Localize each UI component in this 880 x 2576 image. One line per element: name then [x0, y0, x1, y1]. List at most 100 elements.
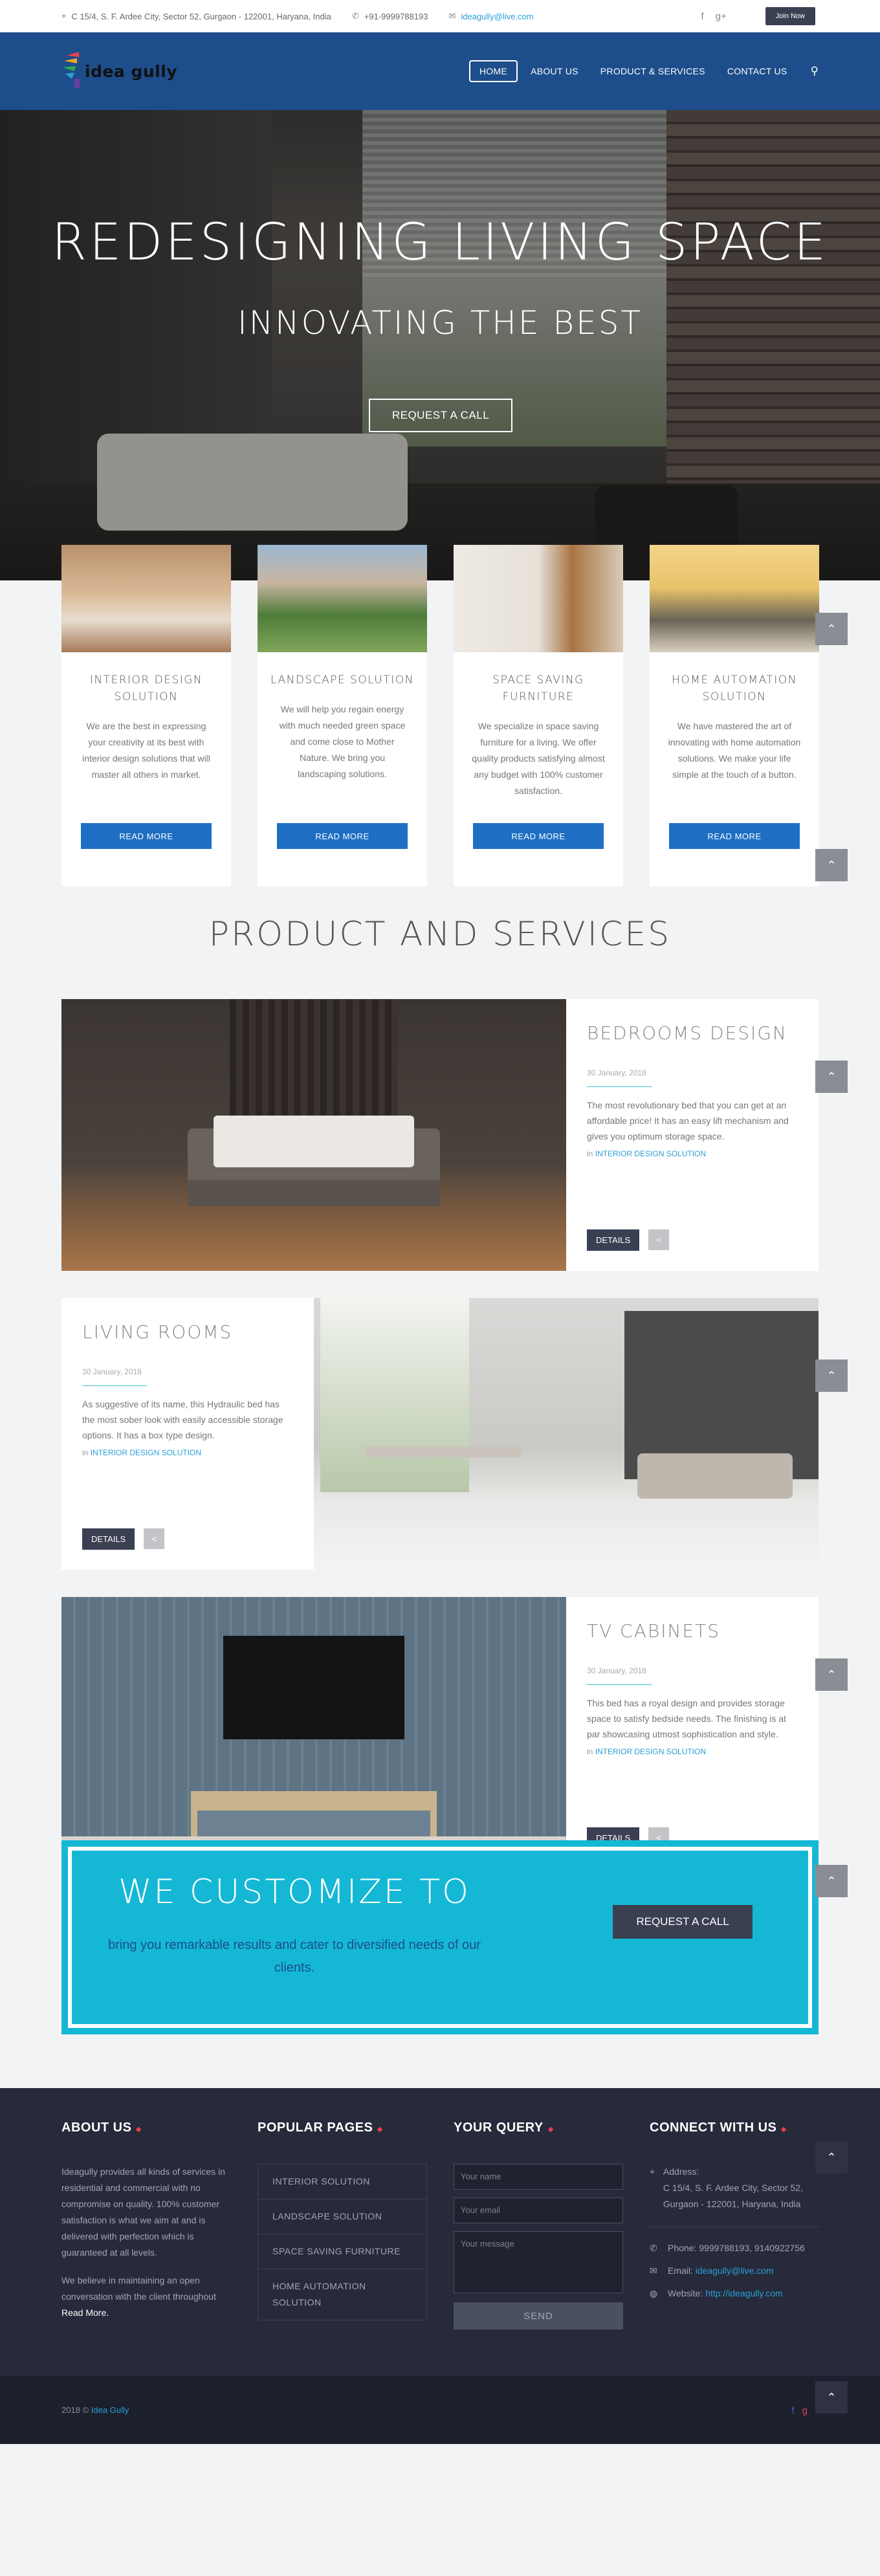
share-icon[interactable]: < [648, 1229, 670, 1250]
product-title: TV CABINETS [587, 1620, 720, 1642]
product-category-prefix: in [82, 1448, 89, 1457]
footer-address-label: Address: [663, 2166, 699, 2177]
footer-address-block: Address: C 15/4, S. F. Ardee City, Sector… [663, 2164, 819, 2212]
facebook-icon[interactable]: f [791, 2405, 794, 2416]
topbar-email[interactable]: ✉ ideagully@live.com [448, 11, 533, 21]
service-image [258, 545, 427, 652]
service-image [650, 545, 819, 652]
service-card: LANDSCAPE SOLUTION We will help you rega… [258, 545, 427, 886]
scroll-up-icon[interactable]: ⌃ [815, 2141, 848, 2174]
nav-contact-us[interactable]: CONTACT US [718, 61, 797, 81]
phone-icon: ✆ [351, 11, 359, 21]
query-message-input[interactable]: Your message [454, 2231, 623, 2293]
google-plus-icon[interactable]: g+ [716, 11, 727, 22]
service-title: HOME AUTOMATION SOLUTION [672, 674, 797, 703]
scroll-up-icon[interactable]: ⌃ [815, 613, 848, 645]
hero-subtitle: INNOVATING THE BEST [237, 304, 643, 342]
map-pin-icon: ⌖ [650, 2166, 655, 2177]
product-desc: The most revolutionary bed that you can … [587, 1100, 789, 1141]
product-category: in INTERIOR DESIGN SOLUTION [82, 1448, 293, 1457]
globe-icon: ◍ [650, 2288, 658, 2298]
nav-home[interactable]: HOME [468, 60, 518, 82]
products-section-title: PRODUCT AND SERVICES [208, 915, 672, 954]
product-buttons: DETAILS < [587, 1229, 670, 1251]
product-image [314, 1298, 819, 1570]
scroll-up-icon[interactable]: ⌃ [815, 1658, 848, 1691]
product-title: BEDROOMS DESIGN [587, 1022, 787, 1044]
product-category: in INTERIOR DESIGN SOLUTION [587, 1747, 798, 1756]
query-send-button[interactable]: SEND [454, 2302, 623, 2329]
read-more-button[interactable]: READ MORE [669, 823, 800, 849]
product-category-link[interactable]: INTERIOR DESIGN SOLUTION [595, 1747, 706, 1756]
site-logo[interactable]: idea gully [61, 50, 177, 92]
product-category-link[interactable]: INTERIOR DESIGN SOLUTION [595, 1149, 706, 1158]
service-cards: INTERIOR DESIGN SOLUTION We are the best… [0, 545, 880, 888]
footer-address-text: C 15/4, S. F. Ardee City, Sector 52, Gur… [663, 2183, 803, 2209]
product-category: in INTERIOR DESIGN SOLUTION [587, 1149, 798, 1158]
logo-bulb-icon [63, 52, 80, 88]
footer-query-form: YOUR QUERY Your name Your email Your mes… [454, 2120, 623, 2329]
product-text: BEDROOMS DESIGN 30 January, 2018 The mos… [566, 999, 819, 1271]
nav-product-services[interactable]: PRODUCT & SERVICES [591, 61, 714, 81]
hero-request-call-button[interactable]: REQUEST A CALL [369, 399, 512, 432]
google-plus-icon[interactable]: g [802, 2405, 808, 2416]
read-more-button[interactable]: READ MORE [277, 823, 408, 849]
footer-page-link[interactable]: SPACE SAVING FURNITURE [258, 2234, 426, 2269]
query-email-input[interactable]: Your email [454, 2197, 623, 2223]
footer-read-more-link[interactable]: Read More. [61, 2307, 109, 2318]
footer-email-block: Email: ideagully@live.com [668, 2263, 774, 2279]
nav-about-us[interactable]: ABOUT US [522, 61, 588, 81]
service-desc: We have mastered the art of innovating w… [668, 721, 801, 780]
footer-connect: CONNECT WITH US ⌖ Address: C 15/4, S. F. … [650, 2120, 819, 2302]
logo-text: idea gully [85, 61, 178, 81]
product-card: TV CABINETS 30 January, 2018 This bed ha… [61, 1597, 819, 1869]
footer-connect-title: CONNECT WITH US [650, 2120, 819, 2135]
footer-page-link[interactable]: LANDSCAPE SOLUTION [258, 2199, 426, 2234]
facebook-icon[interactable]: f [701, 11, 703, 22]
service-desc: We will help you regain energy with much… [279, 704, 406, 779]
share-icon[interactable]: < [144, 1528, 165, 1549]
footer-email-link[interactable]: ideagully@live.com [696, 2265, 774, 2276]
product-image [61, 1597, 566, 1869]
join-now-button[interactable]: Join Now [765, 7, 815, 25]
scroll-up-icon[interactable]: ⌃ [815, 1061, 848, 1093]
footer-about: ABOUT US Ideagully provides all kinds of… [61, 2120, 231, 2321]
customize-text: bring you remarkable results and cater t… [108, 1938, 481, 1975]
service-desc: We are the best in expressing your creat… [82, 721, 210, 780]
product-category-prefix: in [587, 1149, 593, 1158]
footer-website-block: Website: http://ideagully.com [668, 2285, 783, 2302]
footer-phone: ✆ Phone: 9999788193, 9140922756 [650, 2240, 819, 2256]
footer-page-link[interactable]: HOME AUTOMATION SOLUTION [258, 2269, 426, 2320]
read-more-button[interactable]: READ MORE [473, 823, 604, 849]
details-button[interactable]: DETAILS [587, 1229, 640, 1251]
query-name-input[interactable]: Your name [454, 2164, 623, 2190]
topbar-address: ⌖ C 15/4, S. F. Ardee City, Sector 52, G… [61, 11, 331, 21]
details-button[interactable]: DETAILS [82, 1528, 135, 1550]
topbar-phone-text: +91-9999788193 [364, 11, 428, 21]
footer-website-link[interactable]: http://ideagully.com [705, 2288, 783, 2298]
footer-pages-list: INTERIOR SOLUTION LANDSCAPE SOLUTION SPA… [258, 2164, 427, 2320]
products-list: BEDROOMS DESIGN 30 January, 2018 The mos… [0, 954, 880, 1869]
service-card: INTERIOR DESIGN SOLUTION We are the best… [61, 545, 231, 886]
scroll-up-icon[interactable]: ⌃ [815, 849, 848, 881]
footer-about-text-2: We believe in maintaining an open conver… [61, 2273, 231, 2321]
copyright-name[interactable]: Idea Gully [91, 2405, 129, 2415]
product-divider [587, 1684, 652, 1685]
product-title: LIVING ROOMS [82, 1321, 233, 1343]
scroll-up-icon[interactable]: ⌃ [815, 1865, 848, 1897]
hero-banner: REDESIGNING LIVING SPACE INNOVATING THE … [0, 110, 880, 580]
customize-request-call-button[interactable]: REQUEST A CALL [613, 1905, 753, 1939]
social-links: f g+ [701, 11, 726, 22]
scroll-up-icon[interactable]: ⌃ [815, 1360, 848, 1392]
topbar-email-link[interactable]: ideagully@live.com [461, 12, 533, 21]
scroll-to-top-icon[interactable]: ⌃ [815, 2381, 848, 2414]
service-card: HOME AUTOMATION SOLUTION We have mastere… [650, 545, 819, 886]
service-card: SPACE SAVING FURNITURE We specialize in … [454, 545, 623, 886]
footer-page-link[interactable]: INTERIOR SOLUTION [258, 2164, 426, 2199]
product-date: 30 January, 2018 [82, 1367, 142, 1376]
read-more-button[interactable]: READ MORE [81, 823, 212, 849]
hero-title: REDESIGNING LIVING SPACE [51, 214, 829, 272]
search-icon[interactable]: ⚲ [811, 65, 819, 78]
service-image [61, 545, 231, 652]
product-category-link[interactable]: INTERIOR DESIGN SOLUTION [91, 1448, 201, 1457]
